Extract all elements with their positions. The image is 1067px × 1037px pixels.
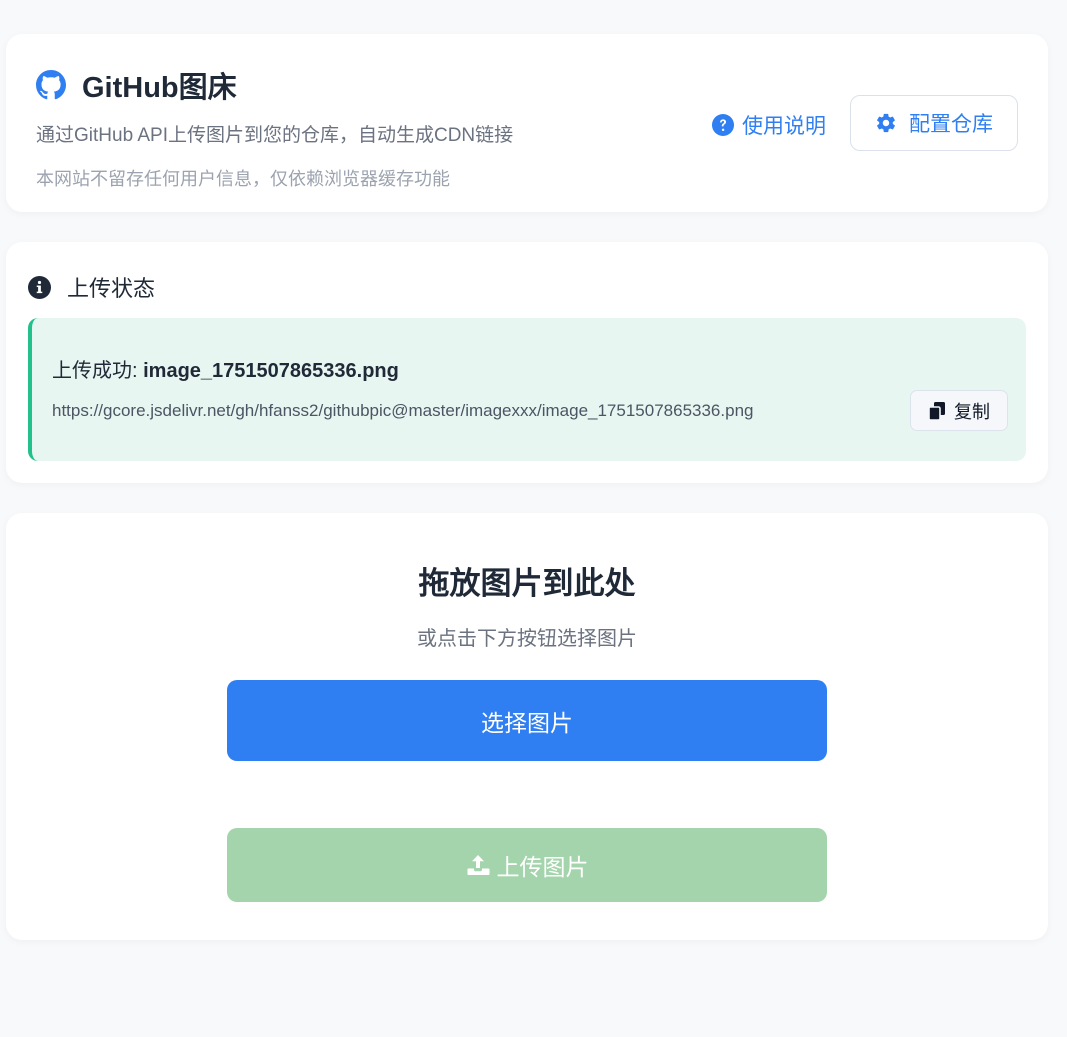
question-circle-icon — [712, 114, 734, 136]
uploaded-filename: image_1751507865336.png — [143, 360, 399, 382]
config-repo-label: 配置仓库 — [909, 113, 993, 136]
upload-icon — [467, 855, 489, 875]
copy-icon — [928, 401, 945, 421]
upload-dropzone[interactable]: 拖放图片到此处 或点击下方按钮选择图片 选择图片 上传图片 — [6, 513, 1048, 940]
copy-button[interactable]: 复制 — [910, 390, 1008, 431]
help-link-label: 使用说明 — [742, 115, 826, 138]
success-prefix: 上传成功: — [52, 360, 138, 382]
page-subtitle: 通过GitHub API上传图片到您的仓库，自动生成CDN链接 — [36, 125, 514, 146]
copy-button-label: 复制 — [954, 401, 990, 422]
select-image-button[interactable]: 选择图片 — [227, 680, 827, 761]
status-heading-label: 上传状态 — [67, 276, 156, 301]
dropzone-title: 拖放图片到此处 — [418, 566, 636, 601]
github-icon — [36, 70, 66, 100]
dropzone-subtitle: 或点击下方按钮选择图片 — [417, 628, 637, 650]
header-card: GitHub图床 通过GitHub API上传图片到您的仓库，自动生成CDN链接… — [6, 34, 1048, 212]
brand: GitHub图床 — [36, 64, 237, 106]
info-circle-icon — [28, 275, 51, 299]
help-link[interactable]: 使用说明 — [712, 110, 826, 140]
upload-image-button[interactable]: 上传图片 — [227, 828, 827, 902]
status-heading: 上传状态 — [28, 271, 155, 303]
privacy-note: 本网站不留存任何用户信息，仅依赖浏览器缓存功能 — [36, 169, 450, 189]
cdn-url[interactable]: https://gcore.jsdelivr.net/gh/hfanss2/gi… — [52, 401, 753, 421]
upload-image-label: 上传图片 — [496, 854, 589, 880]
select-image-label: 选择图片 — [481, 709, 573, 736]
success-title: 上传成功: image_1751507865336.png — [52, 354, 399, 383]
gear-icon — [877, 113, 895, 133]
page-title: GitHub图床 — [82, 72, 237, 104]
config-repo-button[interactable]: 配置仓库 — [850, 95, 1018, 151]
success-message: 上传成功: image_1751507865336.png https://gc… — [28, 318, 1026, 461]
status-card: 上传状态 上传成功: image_1751507865336.png https… — [6, 242, 1048, 483]
